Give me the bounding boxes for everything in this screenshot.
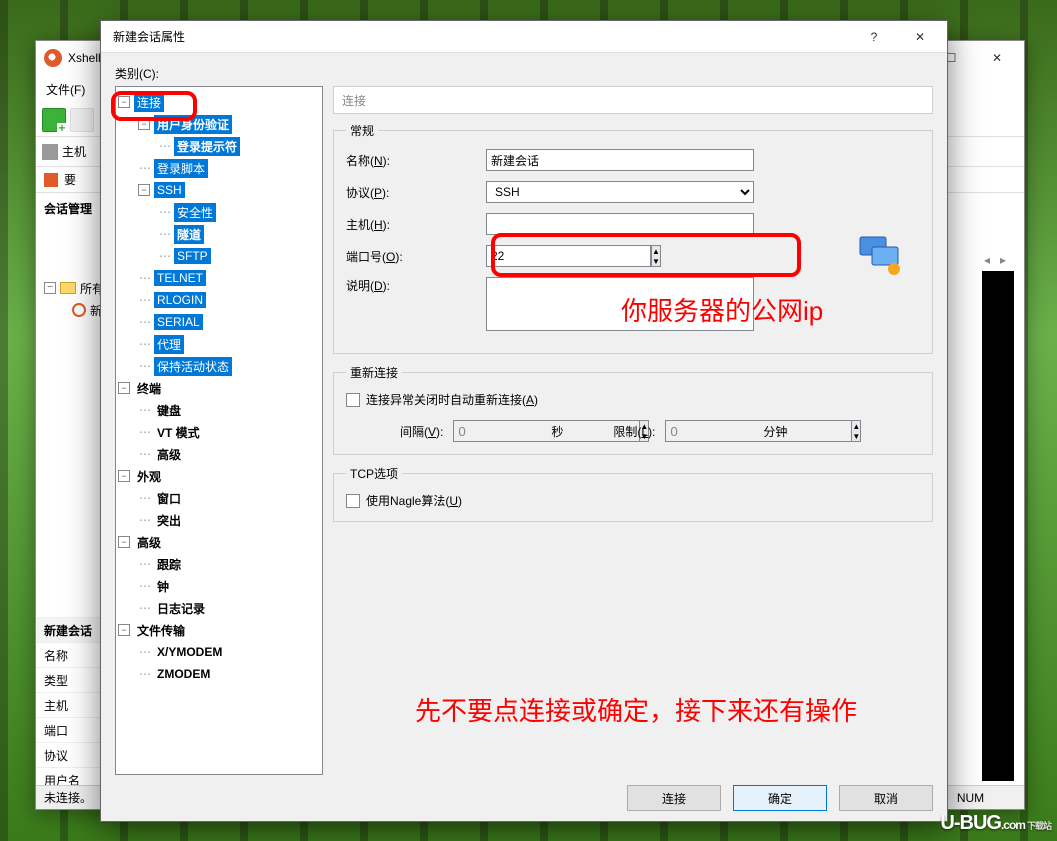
protocol-select[interactable]: SSH <box>486 181 754 203</box>
help-button[interactable]: ? <box>851 22 897 52</box>
xshell-logo-icon <box>44 49 62 67</box>
cancel-button[interactable]: 取消 <box>839 785 933 811</box>
session-icon-preview[interactable] <box>856 235 906 279</box>
tree-toggle-icon[interactable]: − <box>138 118 150 130</box>
dialog-titlebar[interactable]: 新建会话属性 ? ✕ <box>101 21 947 53</box>
general-group: 常规 名称(N): 协议(P): <box>333 122 933 354</box>
session-icon <box>72 303 86 317</box>
tree-toggle-icon[interactable]: − <box>118 96 130 108</box>
address-label: 主机 <box>62 143 86 160</box>
tree-login-prompt[interactable]: 登录提示符 <box>174 137 240 156</box>
tree-toggle-icon[interactable]: − <box>118 470 130 482</box>
port-input[interactable] <box>486 245 651 267</box>
tree-rlogin[interactable]: RLOGIN <box>154 292 206 308</box>
tree-toggle-icon[interactable]: − <box>118 536 130 548</box>
dialog-button-row: 连接 确定 取消 <box>115 775 933 811</box>
tree-toggle-icon[interactable]: − <box>138 184 150 196</box>
new-session-icon[interactable]: + <box>42 108 66 132</box>
spin-down-icon: ▼ <box>852 431 860 441</box>
tree-file-transfer[interactable]: 文件传输 <box>134 621 188 640</box>
name-label: 名称(N): <box>346 152 486 169</box>
description-textarea[interactable] <box>486 277 754 331</box>
reconnect-group: 重新连接 连接异常关闭时自动重新连接(A) 间隔(V): ▲▼ 秒 <box>333 364 933 455</box>
interval-spinner: ▲▼ <box>453 420 541 442</box>
parent-window-title: Xshell <box>68 51 101 65</box>
tree-highlight[interactable]: 突出 <box>154 511 184 530</box>
home-icon <box>42 144 58 160</box>
flag-icon <box>44 173 58 187</box>
tree-sftp[interactable]: SFTP <box>174 248 211 264</box>
menu-file[interactable]: 文件(F) <box>46 81 85 98</box>
tree-collapse-icon[interactable]: − <box>44 282 56 294</box>
tree-ssh[interactable]: SSH <box>154 182 185 198</box>
tree-window[interactable]: 窗口 <box>154 489 184 508</box>
ok-button[interactable]: 确定 <box>733 785 827 811</box>
interval-unit: 秒 <box>551 423 563 440</box>
tree-toggle-icon[interactable]: − <box>118 624 130 636</box>
desc-label: 说明(D): <box>346 277 486 294</box>
limit-spinner: ▲▼ <box>665 420 753 442</box>
protocol-label: 协议(P): <box>346 184 486 201</box>
spin-down-icon[interactable]: ▼ <box>652 256 660 266</box>
tree-connection[interactable]: 连接 <box>134 93 164 112</box>
spin-up-icon[interactable]: ▲ <box>652 246 660 256</box>
port-label: 端口号(O): <box>346 248 486 265</box>
tab-scroll-arrows[interactable]: ◂▸ <box>984 253 1014 267</box>
category-label: 类别(C): <box>115 65 933 82</box>
pane-title: 连接 <box>333 86 933 114</box>
tree-tunnel[interactable]: 隧道 <box>174 225 204 244</box>
watermark-badge: U-BUG.com 下载站 <box>940 812 1051 835</box>
tree-auth[interactable]: 用户身份验证 <box>154 115 232 134</box>
tree-serial[interactable]: SERIAL <box>154 314 203 330</box>
auto-reconnect-label: 连接异常关闭时自动重新连接(A) <box>366 391 538 408</box>
limit-label: 限制(L): <box>613 423 655 440</box>
spin-up-icon: ▲ <box>852 421 860 431</box>
category-tree[interactable]: −连接 −用户身份验证 ⋯登录提示符 ⋯登录脚本 −SSH ⋯安全性 ⋯隧道 ⋯… <box>115 86 323 775</box>
status-left: 未连接。 <box>44 789 92 806</box>
new-session-dialog: 新建会话属性 ? ✕ 类别(C): −连接 −用户身份验证 ⋯登录提示符 ⋯登录… <box>100 20 948 822</box>
tree-telnet[interactable]: TELNET <box>154 270 206 286</box>
session-bar-text: 要 <box>64 171 76 188</box>
dialog-title: 新建会话属性 <box>113 28 851 45</box>
tree-appearance[interactable]: 外观 <box>134 467 164 486</box>
tcp-group: TCP选项 使用Nagle算法(U) <box>333 465 933 522</box>
tree-logging[interactable]: 日志记录 <box>154 599 208 618</box>
settings-pane: 连接 常规 名称(N): 协议(P <box>333 86 933 775</box>
tree-advanced2[interactable]: 高级 <box>134 533 164 552</box>
general-legend: 常规 <box>346 122 378 139</box>
limit-unit: 分钟 <box>763 423 787 440</box>
limit-input <box>665 420 851 442</box>
nagle-checkbox[interactable] <box>346 494 360 508</box>
tree-keyboard[interactable]: 键盘 <box>154 401 184 420</box>
tree-proxy[interactable]: 代理 <box>154 335 184 354</box>
port-spinner[interactable]: ▲▼ <box>486 245 578 267</box>
tree-terminal[interactable]: 终端 <box>134 379 164 398</box>
tree-bell[interactable]: 钟 <box>154 577 172 596</box>
interval-label: 间隔(V): <box>400 423 443 440</box>
close-button[interactable]: ✕ <box>974 43 1020 73</box>
reconnect-legend: 重新连接 <box>346 364 402 381</box>
interval-input <box>453 420 639 442</box>
folder-icon <box>60 282 76 294</box>
tree-advanced[interactable]: 高级 <box>154 445 184 464</box>
tree-security[interactable]: 安全性 <box>174 203 216 222</box>
nagle-label: 使用Nagle算法(U) <box>366 492 462 509</box>
host-input[interactable] <box>486 213 754 235</box>
dialog-close-button[interactable]: ✕ <box>897 22 943 52</box>
tree-trace[interactable]: 跟踪 <box>154 555 184 574</box>
connect-button[interactable]: 连接 <box>627 785 721 811</box>
tree-vt[interactable]: VT 模式 <box>154 423 203 442</box>
auto-reconnect-checkbox[interactable] <box>346 393 360 407</box>
tree-xymodem[interactable]: X/YMODEM <box>154 644 225 660</box>
tree-keepalive[interactable]: 保持活动状态 <box>154 357 232 376</box>
tcp-legend: TCP选项 <box>346 465 402 482</box>
tree-zmodem[interactable]: ZMODEM <box>154 666 213 682</box>
terminal-area <box>982 271 1014 781</box>
name-input[interactable] <box>486 149 754 171</box>
host-label: 主机(H): <box>346 216 486 233</box>
tree-login-script[interactable]: 登录脚本 <box>154 159 208 178</box>
toolbar-icon[interactable] <box>70 108 94 132</box>
tree-toggle-icon[interactable]: − <box>118 382 130 394</box>
